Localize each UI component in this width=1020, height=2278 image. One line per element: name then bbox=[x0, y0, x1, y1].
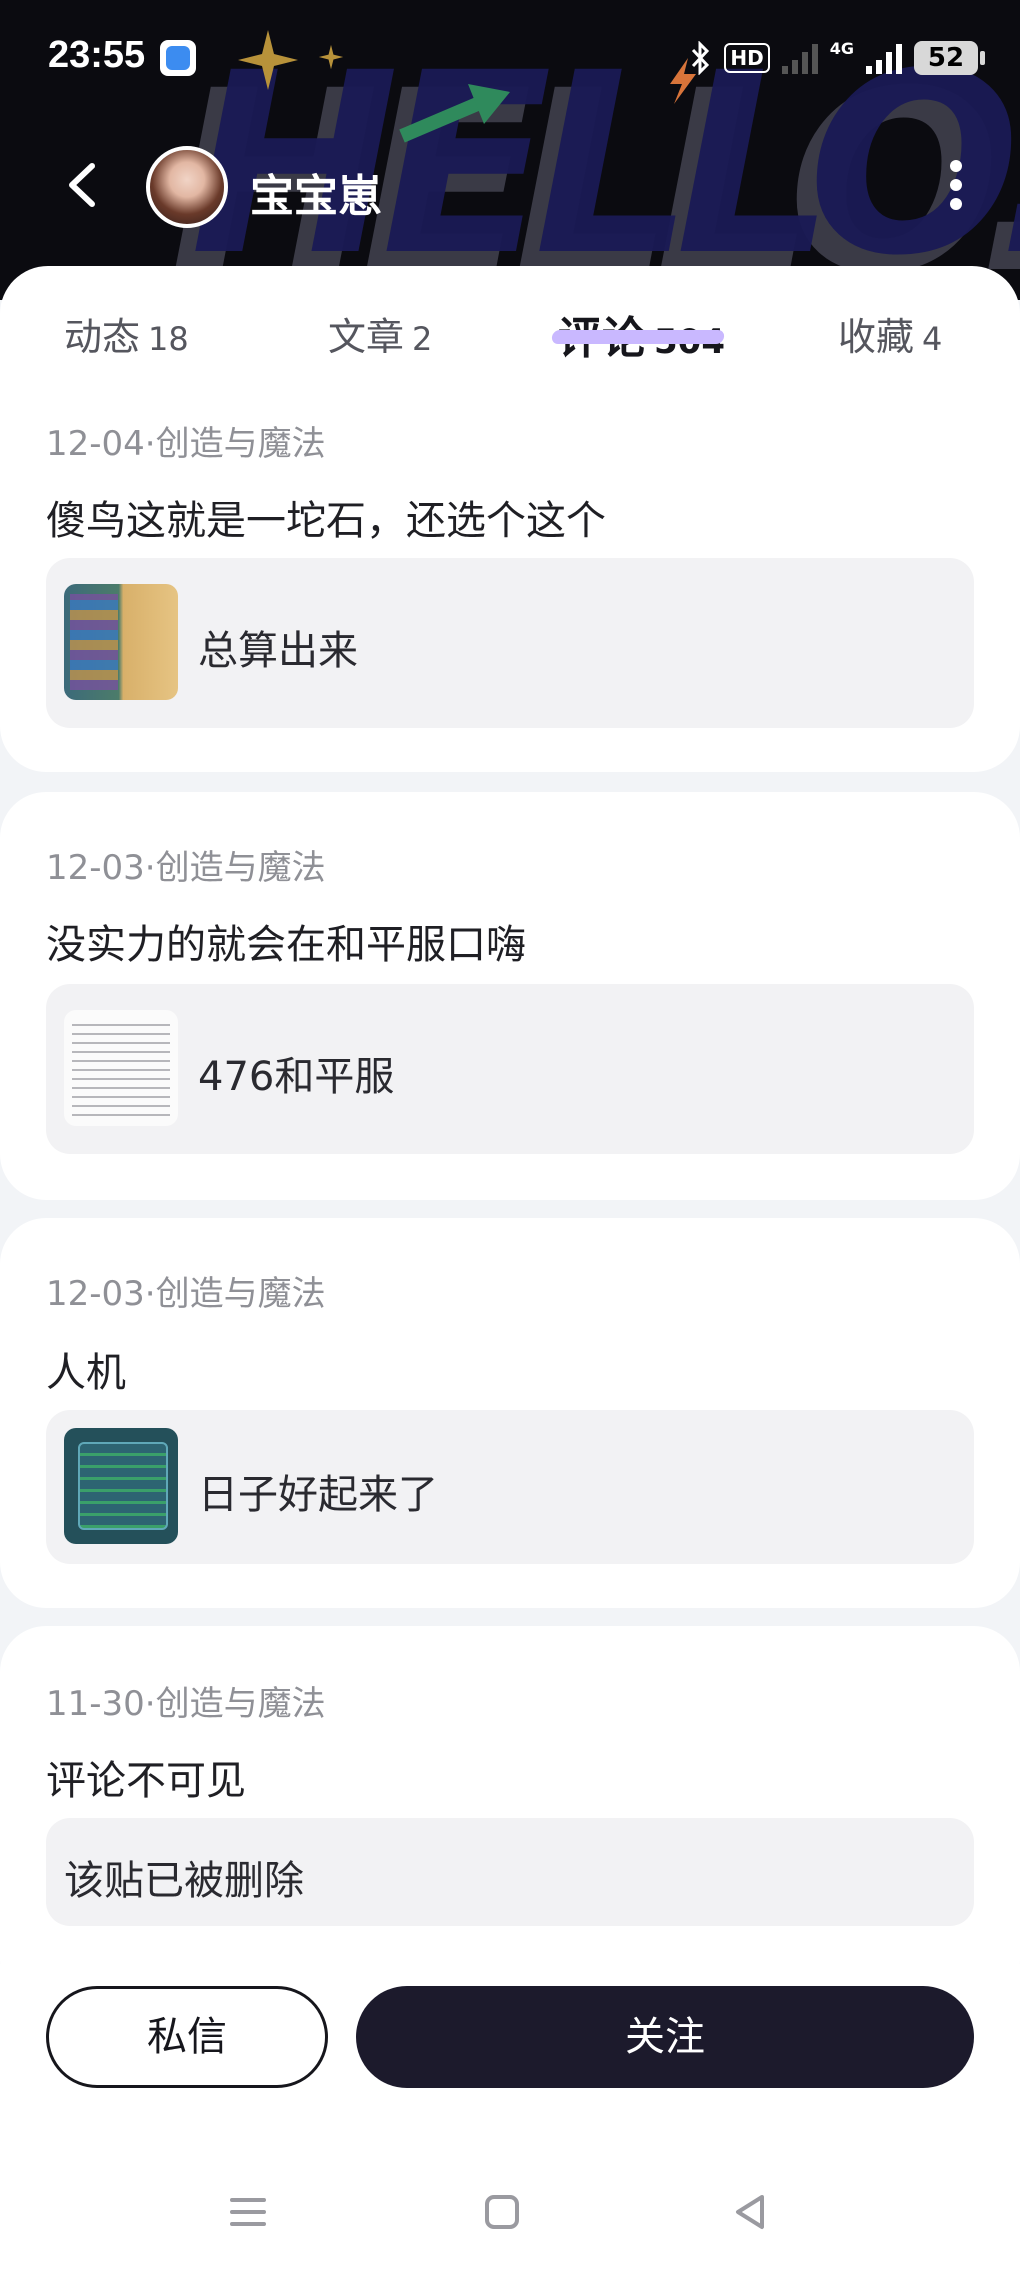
comment-card[interactable]: 12-04·创造与魔法 傻鸟这就是一坨石，还选个这个 总算出来 bbox=[0, 392, 1020, 772]
referenced-post[interactable]: 476和平服 bbox=[46, 984, 974, 1154]
menu-nav-icon[interactable] bbox=[228, 2192, 268, 2232]
back-arrow-icon[interactable] bbox=[58, 160, 108, 210]
user-nickname: 宝宝崽 bbox=[250, 171, 382, 222]
comment-card[interactable]: 12-03·创造与魔法 人机 日子好起来了 bbox=[0, 1218, 1020, 1608]
comment-meta: 12-04·创造与魔法 bbox=[46, 424, 326, 464]
comment-meta: 12-03·创造与魔法 bbox=[46, 1274, 326, 1314]
avatar[interactable] bbox=[146, 146, 228, 228]
signal-sim1-icon bbox=[781, 42, 818, 74]
referenced-post-title: 总算出来 bbox=[198, 628, 358, 674]
tab-articles[interactable]: 文章 2 bbox=[328, 306, 432, 361]
signal-sim2-icon bbox=[866, 42, 902, 74]
status-bar: 23:55 HD 4G 52 bbox=[0, 0, 1020, 118]
comment-meta: 11-30·创造与魔法 bbox=[46, 1684, 326, 1724]
hd-voice-badge: HD bbox=[724, 43, 770, 73]
profile-tabs: 动态18 文章2 评论504 收藏4 bbox=[0, 266, 1020, 392]
referenced-post[interactable]: 日子好起来了 bbox=[46, 1410, 974, 1564]
deleted-post-notice: 该贴已被删除 bbox=[46, 1818, 974, 1926]
top-nav: 宝宝崽 bbox=[0, 130, 1020, 240]
more-options-icon[interactable] bbox=[946, 160, 966, 212]
comment-card[interactable]: 12-03·创造与魔法 没实力的就会在和平服口嗨 476和平服 bbox=[0, 792, 1020, 1200]
comment-text: 评论不可见 bbox=[46, 1758, 246, 1804]
comment-meta: 12-03·创造与魔法 bbox=[46, 848, 326, 888]
post-thumbnail bbox=[64, 584, 178, 700]
bluetooth-icon bbox=[692, 41, 710, 75]
back-nav-icon[interactable] bbox=[730, 2192, 770, 2232]
referenced-post-title: 476和平服 bbox=[198, 1054, 395, 1100]
network-type-label: 4G bbox=[829, 38, 854, 58]
private-message-button[interactable]: 私信 bbox=[46, 1986, 328, 2088]
battery-icon: 52 bbox=[914, 41, 985, 75]
comment-text: 人机 bbox=[46, 1350, 126, 1396]
status-time: 23:55 bbox=[48, 34, 146, 76]
referenced-post[interactable]: 总算出来 bbox=[46, 558, 974, 728]
comment-card[interactable]: 11-30·创造与魔法 评论不可见 该贴已被删除 bbox=[0, 1626, 1020, 2006]
active-tab-indicator bbox=[551, 330, 725, 344]
post-thumbnail bbox=[64, 1010, 178, 1126]
comment-text: 傻鸟这就是一坨石，还选个这个 bbox=[46, 498, 606, 544]
tab-favorites[interactable]: 收藏 4 bbox=[838, 306, 942, 361]
post-thumbnail bbox=[64, 1428, 178, 1544]
home-nav-icon[interactable] bbox=[482, 2192, 522, 2232]
tab-dynamics[interactable]: 动态 18 bbox=[64, 306, 189, 361]
app-notification-icon bbox=[160, 40, 196, 76]
referenced-post-title: 日子好起来了 bbox=[198, 1472, 438, 1518]
follow-button[interactable]: 关注 bbox=[356, 1986, 974, 2088]
system-navigation-bar bbox=[0, 2174, 1020, 2254]
deleted-post-text: 该贴已被删除 bbox=[64, 1858, 304, 1904]
comment-text: 没实力的就会在和平服口嗨 bbox=[46, 922, 526, 968]
profile-header: HELLO. HELLO. 23:55 HD 4G 52 宝宝崽 bbox=[0, 0, 1020, 300]
